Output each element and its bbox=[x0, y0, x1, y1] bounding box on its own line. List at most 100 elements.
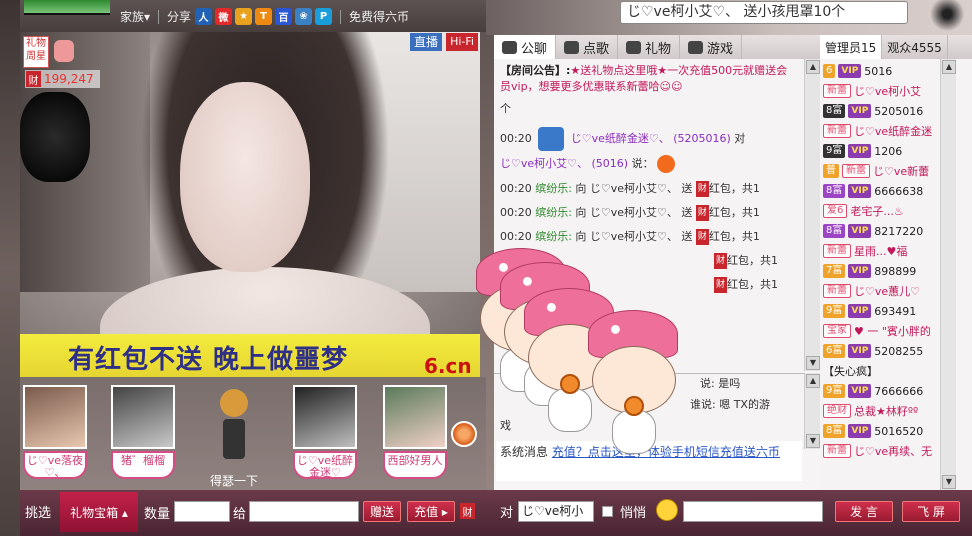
scroll-down-icon[interactable]: ▼ bbox=[806, 356, 820, 370]
user-row[interactable]: 9富 VIP 693491 bbox=[823, 301, 957, 321]
send-button[interactable]: 发 言 bbox=[835, 501, 893, 522]
user-name[interactable]: じ♡ve蕙儿♡ bbox=[854, 283, 920, 299]
user-name[interactable]: 总裁★林籽ºº bbox=[854, 403, 918, 419]
anchor-avatar[interactable] bbox=[293, 385, 357, 449]
wealth-icon[interactable]: 财 bbox=[460, 503, 475, 519]
user-list-scrollbar[interactable]: ▲ ▼ bbox=[940, 59, 956, 490]
user-name[interactable]: じ♡ve新蕾 bbox=[873, 163, 929, 179]
anchor-card[interactable]: じ♡ve落夜♡、 bbox=[20, 385, 90, 479]
kaixin-icon[interactable]: ❀ bbox=[295, 8, 313, 25]
user-name[interactable]: じ♡ve纸醉金迷 bbox=[854, 123, 932, 139]
user-row[interactable]: 8富 VIP 5016520 bbox=[823, 421, 957, 441]
fly-screen-button[interactable]: 飞 屏 bbox=[902, 501, 960, 522]
tqq-icon[interactable]: T bbox=[255, 8, 273, 25]
user-name[interactable]: ♥ 一 "賓小胖的 bbox=[854, 323, 931, 339]
user-row[interactable]: 绝财 总裁★林籽ºº bbox=[823, 401, 957, 421]
user-name[interactable]: じ♡ve柯小艾 bbox=[854, 83, 921, 99]
anchor-avatar[interactable] bbox=[383, 385, 447, 449]
user-row[interactable]: 9富 VIP 1206 bbox=[823, 141, 957, 161]
msg-user[interactable]: 缤纷乐: bbox=[535, 230, 572, 243]
user-name[interactable]: 693491 bbox=[874, 305, 916, 318]
user-name[interactable]: 5016520 bbox=[874, 425, 923, 438]
tab-gifts[interactable]: 礼物 bbox=[618, 35, 681, 59]
msg-user[interactable]: じ♡ve纸醉金迷♡、 bbox=[571, 132, 670, 145]
swirl-icon[interactable] bbox=[451, 421, 477, 447]
anchor-avatar[interactable] bbox=[23, 385, 87, 449]
tab-games[interactable]: 游戏 bbox=[680, 35, 743, 59]
msg-user[interactable]: じ♡ve柯小艾♡、 bbox=[500, 157, 588, 170]
user-row[interactable]: 9富 VIP 7666666 bbox=[823, 381, 957, 401]
user-row[interactable]: 新蕾 じ♡ve再续、无 bbox=[823, 441, 957, 461]
user-name[interactable]: 5016 bbox=[864, 65, 892, 78]
tab-audience[interactable]: 观众4555 bbox=[882, 35, 948, 59]
anchor-name[interactable]: じ♡ve落夜♡、 bbox=[23, 451, 87, 479]
user-row[interactable]: 宝家 ♥ 一 "賓小胖的 bbox=[823, 321, 957, 341]
user-name[interactable]: じ♡ve再续、无 bbox=[854, 443, 932, 459]
quantity-input[interactable] bbox=[174, 501, 230, 522]
user-row[interactable]: 6 VIP 5016 bbox=[823, 61, 957, 81]
anchor-name[interactable]: 猪゛榴榴 bbox=[111, 451, 175, 479]
scroll-up-icon[interactable]: ▲ bbox=[806, 60, 820, 74]
user-name[interactable]: 5205016 bbox=[874, 105, 923, 118]
user-row[interactable]: 新蕾 じ♡ve柯小艾 bbox=[823, 81, 957, 101]
free-coins-link[interactable]: 免费得六币 bbox=[349, 8, 409, 25]
tab-song-request[interactable]: 点歌 bbox=[556, 35, 619, 59]
qzone-icon[interactable]: P bbox=[315, 8, 333, 25]
target-user-select[interactable]: じ♡ve柯小 bbox=[518, 501, 594, 522]
user-row[interactable]: 8富 VIP 8217220 bbox=[823, 221, 957, 241]
gift-box-button[interactable]: 礼物宝箱 ▴ bbox=[60, 492, 138, 532]
emoji-icon[interactable] bbox=[656, 499, 678, 521]
msg-user[interactable]: 缤纷乐: bbox=[535, 206, 572, 219]
recharge-link[interactable]: 充值？点击这里，体验手机短信充值送六币 bbox=[552, 445, 780, 459]
hifi-badge[interactable]: Hi-Fi bbox=[446, 33, 478, 51]
user-name[interactable]: 8217220 bbox=[874, 225, 923, 238]
tab-public-chat[interactable]: 公聊 bbox=[494, 35, 557, 59]
user-row[interactable]: 爱6 老宅子...♨ bbox=[823, 201, 957, 221]
user-name[interactable]: 老宅子...♨ bbox=[850, 203, 903, 219]
anchor-card[interactable]: 西部好男人 bbox=[380, 385, 450, 479]
live-video[interactable]: 礼物周星 财 199,247 直播 Hi-Fi 有红包不送 晚上做噩梦 6.cn bbox=[20, 32, 480, 377]
anchor-card[interactable]: じ♡ve纸醉金迷♡ bbox=[290, 385, 360, 479]
recharge-button[interactable]: 充值 ▸ bbox=[407, 501, 455, 522]
renren-icon[interactable]: 人 bbox=[195, 8, 213, 25]
family-menu[interactable]: 家族▾ bbox=[120, 8, 150, 25]
private-scrollbar[interactable]: ▲ ▼ bbox=[804, 373, 820, 449]
anchor-avatar[interactable] bbox=[111, 385, 175, 449]
weibo-icon[interactable]: 微 bbox=[215, 8, 233, 25]
user-row[interactable]: 7富 VIP 898899 bbox=[823, 261, 957, 281]
chat-scrollbar[interactable]: ▲ ▼ bbox=[804, 59, 820, 371]
gift-week-star-badge[interactable]: 礼物周星 bbox=[23, 36, 49, 68]
dance-figure-card[interactable]: 得瑟一下 bbox=[204, 389, 264, 489]
whisper-checkbox[interactable] bbox=[602, 506, 613, 517]
user-name[interactable]: 【失心疯】 bbox=[823, 363, 878, 379]
msg-user[interactable]: 缤纷乐: bbox=[535, 182, 572, 195]
give-button[interactable]: 赠送 bbox=[363, 501, 401, 522]
tab-admins[interactable]: 管理员15 bbox=[820, 35, 883, 59]
user-row[interactable]: 【失心疯】 bbox=[823, 361, 957, 381]
user-row[interactable]: 8富 VIP 5205016 bbox=[823, 101, 957, 121]
user-row[interactable]: 8富 VIP 6666638 bbox=[823, 181, 957, 201]
user-name[interactable]: 6666638 bbox=[874, 185, 923, 198]
user-row[interactable]: 新蕾 じ♡ve纸醉金迷 bbox=[823, 121, 957, 141]
chat-input[interactable] bbox=[683, 501, 823, 522]
user-name[interactable]: 星雨...♥福 bbox=[854, 243, 907, 259]
scroll-up-icon[interactable]: ▲ bbox=[942, 60, 956, 74]
recipient-input[interactable] bbox=[249, 501, 359, 522]
user-name[interactable]: 898899 bbox=[874, 265, 916, 278]
scroll-up-icon[interactable]: ▲ bbox=[806, 374, 820, 388]
user-name[interactable]: 1206 bbox=[874, 145, 902, 158]
dance-figure-label[interactable]: 得瑟一下 bbox=[204, 472, 264, 489]
baidu-icon[interactable]: 百 bbox=[275, 8, 293, 25]
user-name[interactable]: 5208255 bbox=[874, 345, 923, 358]
scroll-down-icon[interactable]: ▼ bbox=[942, 475, 956, 489]
scroll-down-icon[interactable]: ▼ bbox=[806, 434, 820, 448]
user-row[interactable]: 新蕾 星雨...♥福 bbox=[823, 241, 957, 261]
anchor-card[interactable]: 猪゛榴榴 bbox=[108, 385, 178, 479]
user-avatar-thumb[interactable] bbox=[24, 0, 110, 15]
user-row[interactable]: 6富 VIP 5208255 bbox=[823, 341, 957, 361]
star-icon[interactable]: ★ bbox=[235, 8, 253, 25]
anchor-name[interactable]: じ♡ve纸醉金迷♡ bbox=[293, 451, 357, 479]
user-row[interactable]: 普新蕾 じ♡ve新蕾 bbox=[823, 161, 957, 181]
anchor-name[interactable]: 西部好男人 bbox=[383, 451, 447, 479]
user-row[interactable]: 新蕾 じ♡ve蕙儿♡ bbox=[823, 281, 957, 301]
